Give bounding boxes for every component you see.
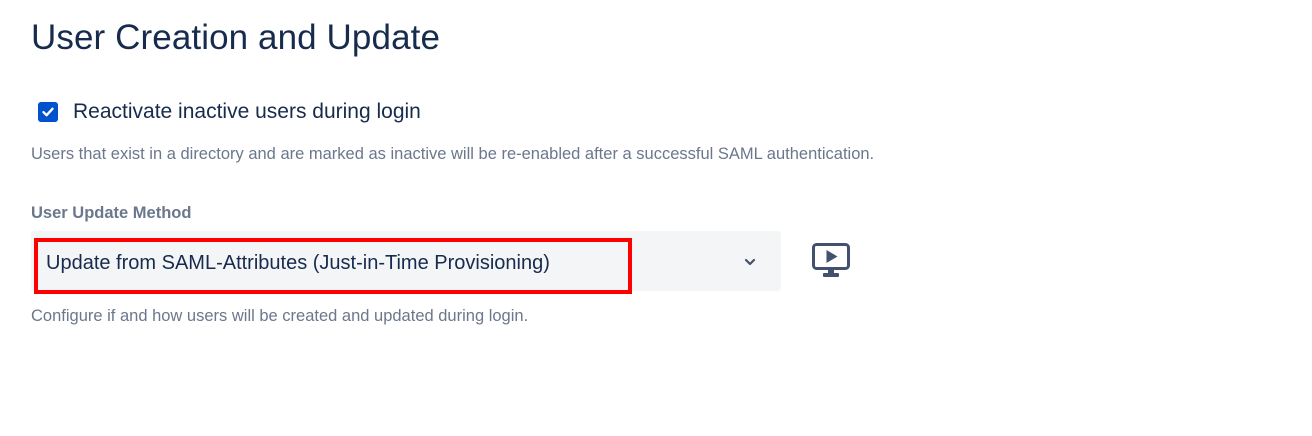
user-update-method-help: Configure if and how users will be creat… bbox=[31, 307, 529, 325]
user-update-method-select[interactable]: Update from SAML-Attributes (Just-in-Tim… bbox=[31, 231, 781, 291]
section-title: User Creation and Update bbox=[31, 18, 441, 57]
user-creation-update-section: User Creation and Update Reactivate inac… bbox=[0, 0, 1312, 436]
user-update-method-value: Update from SAML-Attributes (Just-in-Tim… bbox=[46, 252, 550, 274]
checkmark-icon bbox=[42, 107, 54, 117]
reactivate-users-label[interactable]: Reactivate inactive users during login bbox=[73, 99, 421, 125]
user-update-method-label: User Update Method bbox=[31, 204, 192, 222]
video-tutorial-icon[interactable] bbox=[812, 243, 850, 279]
reactivate-users-help: Users that exist in a directory and are … bbox=[31, 145, 875, 163]
reactivate-users-checkbox[interactable] bbox=[38, 102, 58, 122]
reactivate-users-row[interactable]: Reactivate inactive users during login bbox=[38, 99, 421, 125]
chevron-down-icon bbox=[744, 258, 756, 266]
